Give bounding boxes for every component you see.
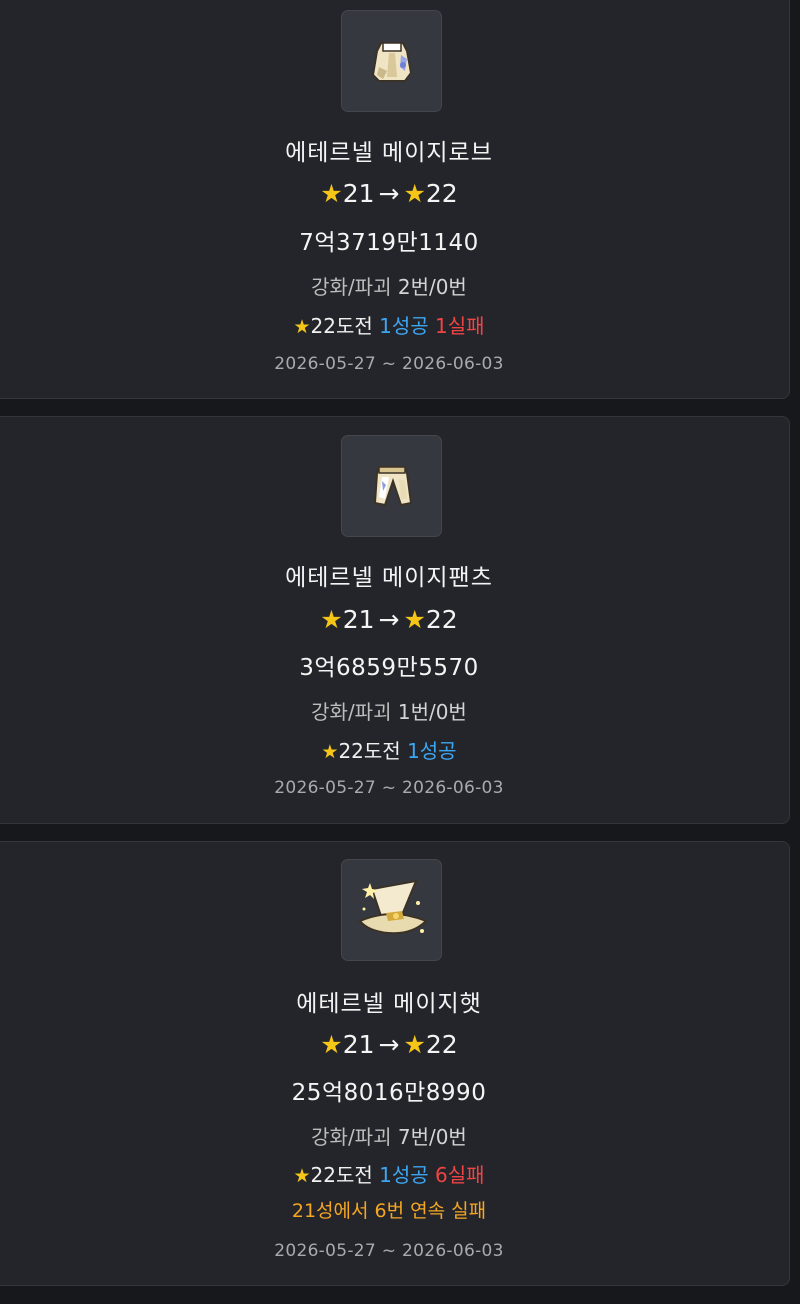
item-name: 에테르넬 메이지팬츠 xyxy=(285,565,493,591)
challenge-result: ★22도전 1성공 xyxy=(0,735,789,764)
meso-cost: 7억3719만1140 xyxy=(299,230,479,256)
pants-icon xyxy=(373,466,412,507)
fail-count: 1실패 xyxy=(435,314,485,338)
counts-label: 강화/파괴 xyxy=(311,1125,392,1149)
item-icon-frame xyxy=(341,10,442,112)
star-icon: ★ xyxy=(293,1165,311,1187)
star-icon: ★ xyxy=(403,605,426,634)
enhance-card[interactable]: 에테르넬 메이지햇 ★21 → ★22 25억8016만8990 강화/파괴 7번/… xyxy=(0,841,790,1286)
arrow-icon: → xyxy=(378,179,400,208)
star-to: 22 xyxy=(425,179,458,208)
star-icon: ★ xyxy=(320,179,343,208)
counts-value: 1번/0번 xyxy=(397,700,467,724)
success-count: 1성공 xyxy=(379,314,429,338)
meso-cost: 25억8016만8990 xyxy=(291,1080,487,1106)
star-to: 22 xyxy=(425,1030,458,1059)
attempt-counts: 강화/파괴 2번/0번 xyxy=(0,271,789,300)
success-count: 1성공 xyxy=(379,1163,429,1187)
challenge-label: 22도전 xyxy=(338,739,401,763)
counts-value: 2번/0번 xyxy=(397,275,467,299)
star-transition: ★21 → ★22 xyxy=(0,605,789,634)
star-icon: ★ xyxy=(293,316,311,338)
enhance-card[interactable]: 에테르넬 메이지팬츠 ★21 → ★22 3억6859만5570 강화/파괴 1번/… xyxy=(0,416,790,824)
star-icon: ★ xyxy=(403,179,426,208)
star-icon: ★ xyxy=(403,1030,426,1059)
star-from: 21 xyxy=(342,605,375,634)
star-to: 22 xyxy=(425,605,458,634)
challenge-label: 22도전 xyxy=(310,1163,373,1187)
date-range: 2026-05-27 ~ 2026-06-03 xyxy=(274,1241,504,1261)
robe-icon xyxy=(371,42,412,82)
item-name: 에테르넬 메이지로브 xyxy=(285,140,493,166)
item-name: 에테르넬 메이지햇 xyxy=(296,991,482,1017)
arrow-icon: → xyxy=(378,605,400,634)
enhance-card[interactable]: 에테르넬 메이지로브 ★21 → ★22 7억3719만1140 강화/파괴 2번/… xyxy=(0,0,790,399)
date-range: 2026-05-27 ~ 2026-06-03 xyxy=(274,778,504,798)
challenge-label: 22도전 xyxy=(310,314,373,338)
counts-label: 강화/파괴 xyxy=(311,700,392,724)
star-icon: ★ xyxy=(321,741,339,763)
attempt-counts: 강화/파괴 1번/0번 xyxy=(0,696,789,725)
hat-icon xyxy=(357,879,428,935)
item-icon-frame xyxy=(341,435,442,537)
meso-cost: 3억6859만5570 xyxy=(299,655,479,681)
date-range: 2026-05-27 ~ 2026-06-03 xyxy=(274,354,504,374)
star-from: 21 xyxy=(342,1030,375,1059)
challenge-result: ★22도전 1성공 1실패 xyxy=(0,310,789,339)
attempt-counts: 강화/파괴 7번/0번 xyxy=(0,1121,789,1150)
star-icon: ★ xyxy=(320,605,343,634)
challenge-result: ★22도전 1성공 6실패 xyxy=(0,1159,789,1188)
arrow-icon: → xyxy=(378,1030,400,1059)
fail-count: 6실패 xyxy=(435,1163,485,1187)
counts-value: 7번/0번 xyxy=(397,1125,467,1149)
success-count: 1성공 xyxy=(407,739,457,763)
star-transition: ★21 → ★22 xyxy=(0,179,789,208)
star-from: 21 xyxy=(342,179,375,208)
star-transition: ★21 → ★22 xyxy=(0,1030,789,1059)
counts-label: 강화/파괴 xyxy=(311,275,392,299)
star-icon: ★ xyxy=(320,1030,343,1059)
item-icon-frame xyxy=(341,859,442,961)
fail-streak-note: 21성에서 6번 연속 실패 xyxy=(291,1200,487,1222)
